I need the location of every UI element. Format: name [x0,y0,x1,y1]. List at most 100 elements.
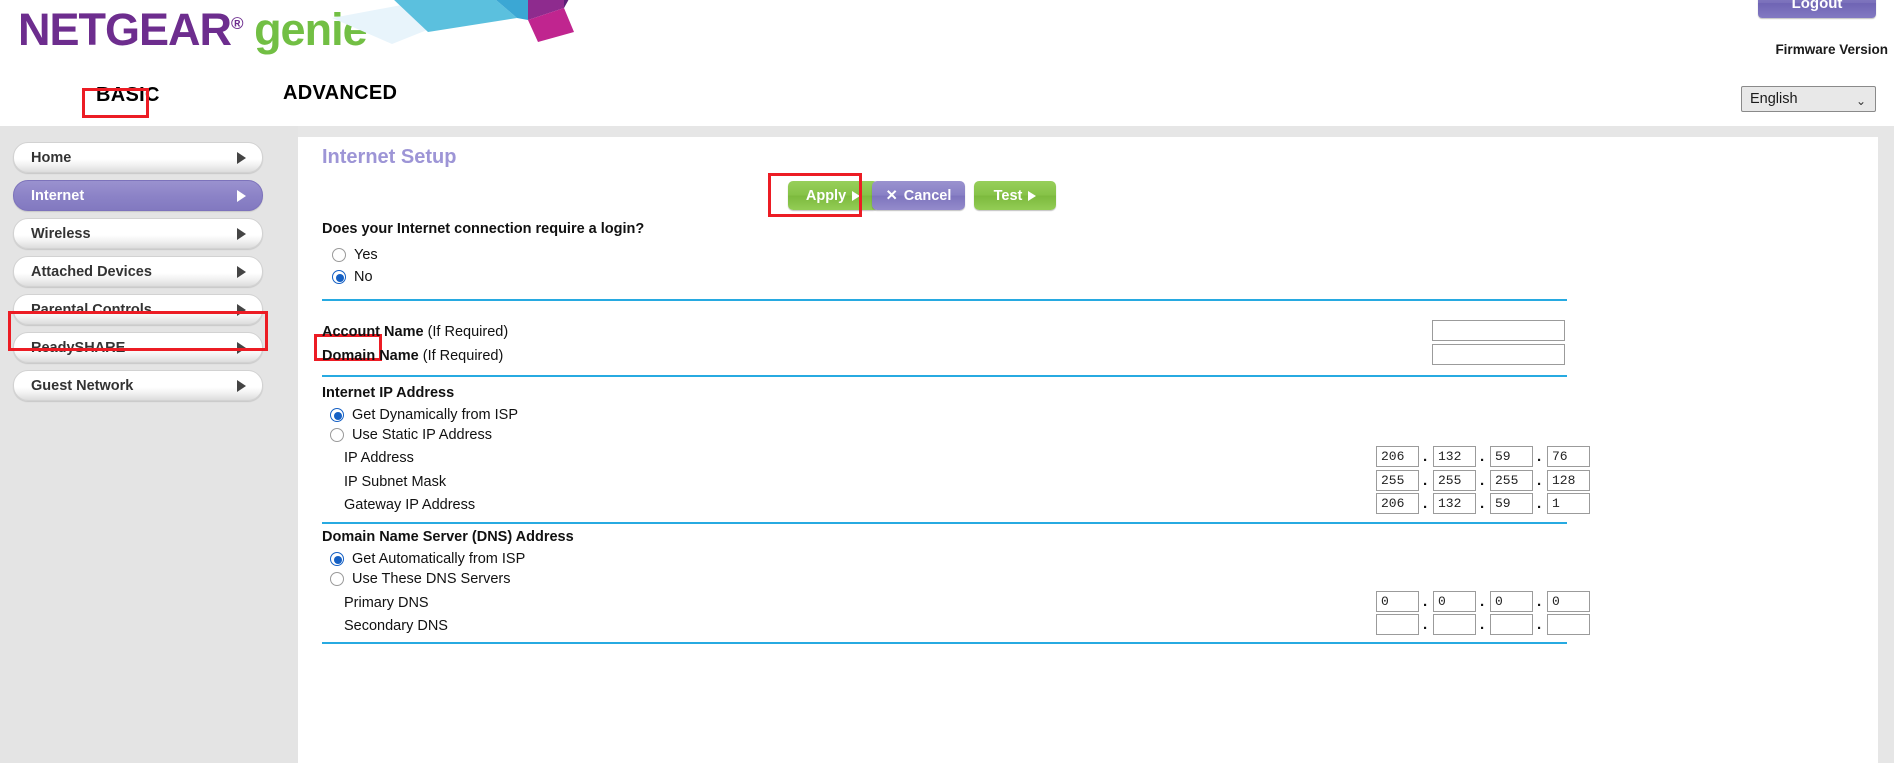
dns-option-label: Use These DNS Servers [352,571,511,587]
internet-ip-option-static[interactable]: Use Static IP Address [330,427,492,443]
sidebar-item-attached-devices[interactable]: Attached Devices [13,256,263,287]
ip-separator: . [1537,448,1542,465]
gateway-octet-4[interactable]: 1 [1547,493,1590,514]
secondary-dns-octet-3[interactable] [1490,614,1533,635]
dns-option-automatic[interactable]: Get Automatically from ISP [330,551,525,567]
netgear-genie-logo: NETGEAR® genie® [18,4,379,56]
dns-option-manual[interactable]: Use These DNS Servers [330,571,510,587]
cancel-label: Cancel [903,187,952,204]
login-option-label: No [354,269,373,285]
action-button-row: Apply ✕ Cancel Test [298,181,1878,217]
sidebar-item-internet[interactable]: Internet [13,180,263,211]
ip-address-octet-4[interactable]: 76 [1547,446,1590,467]
section-divider [322,642,1567,644]
ip-address-octet-2[interactable]: 132 [1433,446,1476,467]
cancel-button[interactable]: ✕ Cancel [872,181,965,210]
radio-icon [330,572,344,586]
apply-button-highlight-box [768,173,862,217]
internet-ip-option-label: Get Dynamically from ISP [352,407,518,423]
account-name-hint: (If Required) [427,324,509,340]
secondary-dns-octet-4[interactable] [1547,614,1590,635]
logout-button[interactable]: Logout [1758,0,1876,18]
primary-dns-octet-2[interactable]: 0 [1433,591,1476,612]
login-option-no[interactable]: No [332,269,373,285]
dns-section-title: Domain Name Server (DNS) Address [322,529,574,545]
account-name-label: Account Name (If Required) [322,324,508,340]
sidebar-item-label: Home [31,149,72,166]
secondary-dns-octet-1[interactable] [1376,614,1419,635]
ip-separator: . [1537,472,1542,489]
sidebar-item-label: Wireless [31,225,91,242]
ip-separator: . [1423,616,1428,633]
vertical-scrollbar[interactable] [1878,126,1894,763]
ip-separator: . [1423,448,1428,465]
gateway-ip-label: Gateway IP Address [344,497,476,513]
ip-separator: . [1480,593,1485,610]
language-select[interactable]: English [1741,86,1876,112]
login-option-yes[interactable]: Yes [332,247,378,263]
chevron-right-icon [237,151,246,164]
page-header: NETGEAR® genie® Logout Firmware Version … [0,0,1894,126]
radio-icon [330,428,344,442]
ip-subnet-mask-label: IP Subnet Mask [344,474,447,490]
sidebar-item-label: Guest Network [31,377,134,394]
ip-separator: . [1423,593,1428,610]
sidebar-item-home[interactable]: Home [13,142,263,173]
chevron-right-icon [237,265,246,278]
radio-icon-selected [330,552,344,566]
chevron-right-icon [237,379,246,392]
close-icon: ✕ [885,187,898,204]
domain-name-input[interactable] [1432,344,1565,365]
sidebar-item-guest-network[interactable]: Guest Network [13,370,263,401]
ip-separator: . [1480,448,1485,465]
primary-dns-label: Primary DNS [344,595,429,611]
internet-ip-section-title: Internet IP Address [322,385,455,401]
content-panel: Internet Setup Apply ✕ Cancel Test Does … [298,137,1878,763]
test-label: Test [993,187,1023,204]
ip-address-octet-3[interactable]: 59 [1490,446,1533,467]
ip-subnet-octet-4[interactable]: 128 [1547,470,1590,491]
sidebar-menu: Home Internet Wireless Attached Devices … [13,142,263,408]
firmware-version-label: Firmware Version [1775,42,1888,57]
chevron-right-icon [237,189,246,202]
dns-option-label: Get Automatically from ISP [352,551,526,567]
ip-subnet-octet-3[interactable]: 255 [1490,470,1533,491]
radio-icon-selected [330,408,344,422]
secondary-dns-octet-2[interactable] [1433,614,1476,635]
ip-separator: . [1480,616,1485,633]
domain-name-label: Domain Name (If Required) [322,348,503,364]
ip-subnet-octet-2[interactable]: 255 [1433,470,1476,491]
ip-separator: . [1480,495,1485,512]
sidebar-item-wireless[interactable]: Wireless [13,218,263,249]
gateway-octet-3[interactable]: 59 [1490,493,1533,514]
domain-name-hint: (If Required) [422,348,504,364]
account-name-title: Account Name [322,324,424,340]
primary-dns-octet-4[interactable]: 0 [1547,591,1590,612]
primary-dns-octet-1[interactable]: 0 [1376,591,1419,612]
page-body: Home Internet Wireless Attached Devices … [0,126,1894,763]
account-name-input[interactable] [1432,320,1565,341]
sidebar-internet-highlight-box [8,311,268,351]
domain-name-title: Domain Name [322,348,419,364]
ip-subnet-octet-1[interactable]: 255 [1376,470,1419,491]
gateway-octet-1[interactable]: 206 [1376,493,1419,514]
ip-separator: . [1537,616,1542,633]
logo-netgear-text: NETGEAR [18,4,232,55]
sidebar-item-label: Internet [31,187,85,204]
sidebar-item-label: Attached Devices [31,263,152,280]
decorative-polygon-graphic [332,0,574,44]
ip-separator: . [1480,472,1485,489]
radio-icon-selected [332,270,346,284]
section-divider [322,522,1567,524]
test-button[interactable]: Test [974,181,1056,210]
tab-advanced[interactable]: ADVANCED [283,82,397,105]
tab-basic-highlight-box [82,88,149,118]
gateway-octet-2[interactable]: 132 [1433,493,1476,514]
primary-dns-octet-3[interactable]: 0 [1490,591,1533,612]
ip-separator: . [1423,472,1428,489]
ip-address-octet-1[interactable]: 206 [1376,446,1419,467]
login-option-label: Yes [354,247,378,263]
arrow-right-icon [1028,190,1037,201]
section-divider [322,375,1567,377]
internet-ip-option-dynamic[interactable]: Get Dynamically from ISP [330,407,518,423]
